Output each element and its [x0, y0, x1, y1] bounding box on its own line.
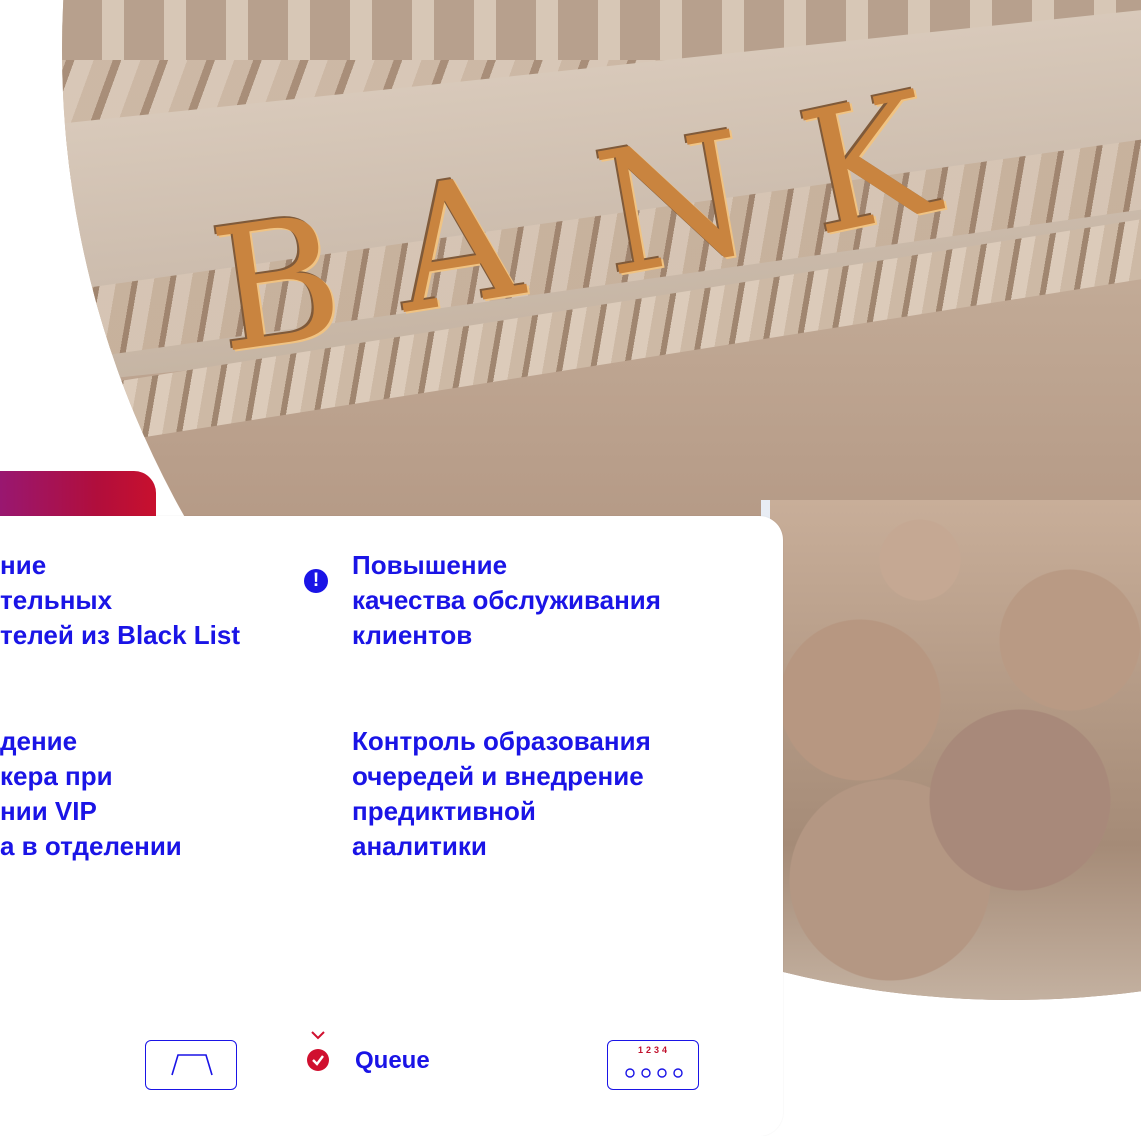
- feature-service-quality: Повышение качества обслуживания клиентов: [352, 548, 661, 653]
- monitor-icon: [145, 1040, 237, 1090]
- feature-line: очередей и внедрение: [352, 761, 644, 791]
- feature-line: тельных: [0, 585, 113, 615]
- feature-queue-control: Контроль образования очередей и внедрени…: [352, 724, 651, 864]
- feature-line: предиктивной: [352, 796, 536, 826]
- exclamation-icon: !: [304, 569, 328, 593]
- feature-line: нии VIP: [0, 796, 97, 826]
- queue-label: Queue: [355, 1047, 430, 1074]
- feature-line: Повышение: [352, 550, 508, 580]
- chevron-down-icon: [311, 1031, 325, 1040]
- feature-line: клиентов: [352, 620, 473, 650]
- feature-line: Контроль образования: [352, 726, 651, 756]
- feature-line: дение: [0, 726, 78, 756]
- feature-line: телей из Black List: [0, 620, 240, 650]
- feature-vip-notification: дение кера при нии VIP а в отделении: [0, 724, 182, 864]
- column-capital: [770, 500, 1141, 1000]
- feature-line: ние: [0, 550, 47, 580]
- check-circle-icon: [307, 1049, 329, 1071]
- feature-blacklist: ние тельных телей из Black List: [0, 548, 240, 653]
- feature-line: а в отделении: [0, 831, 182, 861]
- feature-line: аналитики: [352, 831, 487, 861]
- people-icon-shape: [625, 1068, 683, 1078]
- feature-line: кера при: [0, 761, 113, 791]
- queue-people-icon: 1234: [607, 1040, 699, 1090]
- feature-line: качества обслуживания: [352, 585, 661, 615]
